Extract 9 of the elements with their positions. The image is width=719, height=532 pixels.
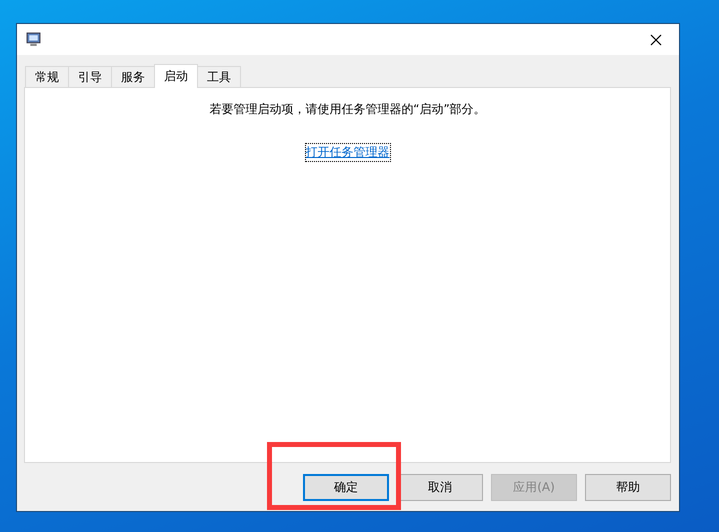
instruction-text: 若要管理启动项，请使用任务管理器的“启动”部分。: [209, 101, 486, 118]
dialog-button[interactable]: 确定: [303, 474, 389, 501]
dialog-button[interactable]: 帮助: [585, 474, 671, 501]
tab[interactable]: 工具: [197, 66, 241, 87]
monitor-icon: [26, 32, 41, 47]
tab[interactable]: 常规: [25, 66, 69, 87]
task-manager-link[interactable]: 打开任务管理器: [306, 144, 390, 161]
close-icon: [650, 34, 662, 46]
tab[interactable]: 启动: [154, 64, 198, 88]
